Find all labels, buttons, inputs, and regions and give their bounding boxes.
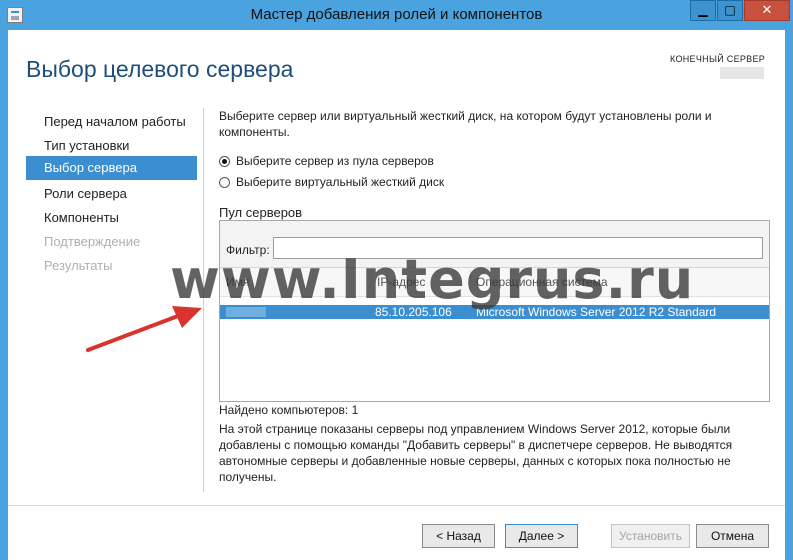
wizard-window: Мастер добавления ролей и компонентов ▁ … xyxy=(0,0,793,560)
red-arrow-annotation xyxy=(86,306,202,352)
